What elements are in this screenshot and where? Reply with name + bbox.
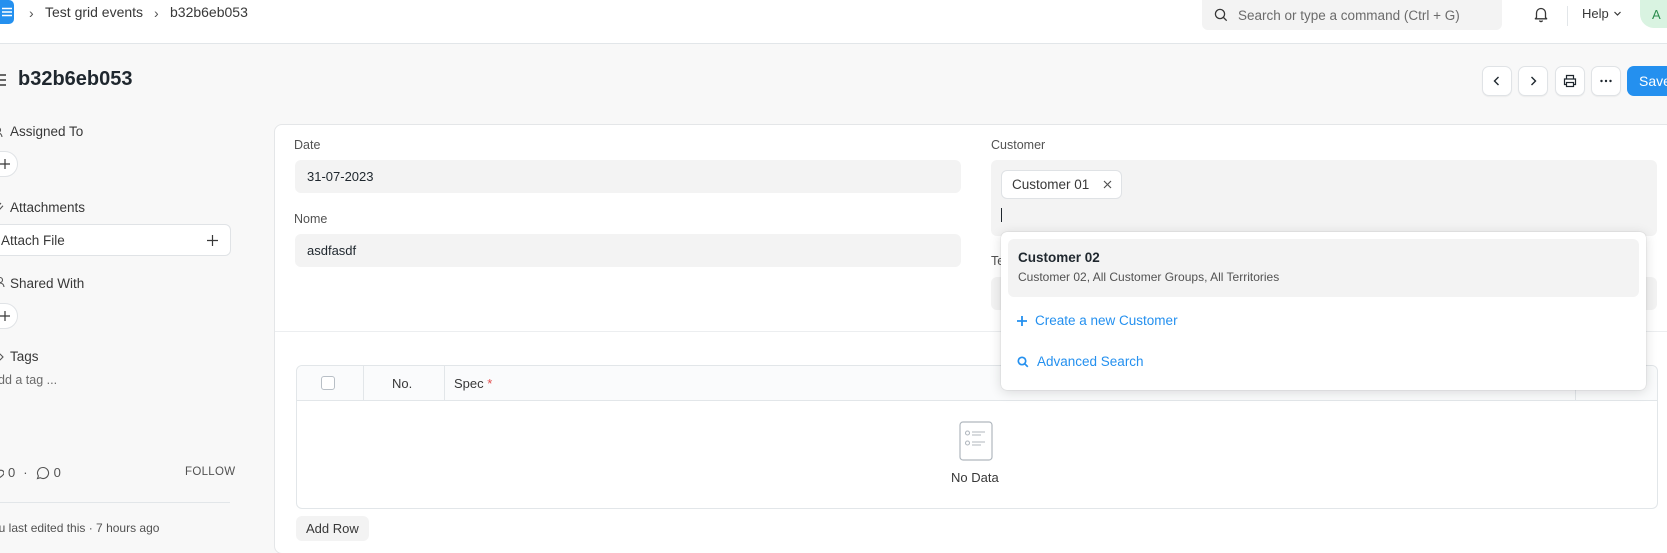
nome-field[interactable]: asdfasdf — [295, 234, 961, 267]
attach-file-label: Attach File — [1, 232, 65, 248]
breadcrumb-doctype[interactable]: Test grid events — [45, 4, 143, 20]
plus-icon — [1017, 315, 1027, 326]
column-divider — [444, 366, 445, 401]
separator-dot: · — [23, 465, 28, 480]
dropdown-item-description: Customer 02, All Customer Groups, All Te… — [1018, 270, 1280, 284]
customer-multiselect-field[interactable]: Customer 01 — [991, 160, 1657, 236]
navbar-divider — [1567, 6, 1568, 26]
chevron-right-icon: › — [29, 5, 34, 21]
search-icon — [1017, 355, 1029, 367]
chevron-right-icon: › — [154, 5, 159, 21]
avatar[interactable]: A — [1640, 0, 1667, 28]
advanced-search-link[interactable]: Advanced Search — [1017, 354, 1144, 369]
customer-label: Customer — [991, 138, 1046, 152]
page-title: b32b6eb053 — [18, 68, 133, 90]
dropdown-item-customer-02[interactable]: Customer 02 Customer 02, All Customer Gr… — [1008, 239, 1639, 297]
print-button[interactable] — [1555, 66, 1585, 96]
chevron-left-icon — [1493, 76, 1499, 86]
advanced-search-label: Advanced Search — [1037, 354, 1144, 369]
search-icon — [1214, 8, 1228, 22]
navbar: › Test grid events › b32b6eb053 Search o… — [0, 0, 1667, 44]
search-placeholder: Search or type a command (Ctrl + G) — [1238, 7, 1460, 23]
column-header-spec: Spec * — [454, 376, 492, 391]
attachments-label: Attachments — [10, 200, 86, 215]
nome-label: Nome — [294, 212, 328, 226]
date-label: Date — [294, 138, 321, 152]
sidebar-toggle-icon[interactable] — [0, 73, 8, 87]
required-marker: * — [487, 376, 493, 391]
column-header-no: No. — [392, 376, 413, 391]
attach-file-button[interactable]: Attach File — [0, 224, 231, 256]
column-divider — [363, 366, 364, 401]
customer-autocomplete-dropdown: Customer 02 Customer 02, All Customer Gr… — [1001, 232, 1646, 390]
empty-list-icon — [959, 421, 993, 461]
more-actions-button[interactable] — [1591, 66, 1621, 96]
app-menu-icon[interactable] — [0, 0, 14, 24]
chevron-right-icon — [1531, 76, 1537, 86]
date-field[interactable]: 31-07-2023 — [295, 160, 961, 193]
help-dropdown[interactable]: Help — [1582, 6, 1622, 21]
help-label: Help — [1582, 6, 1609, 21]
comment-icon[interactable] — [36, 466, 50, 480]
next-record-button[interactable] — [1518, 66, 1548, 96]
paperclip-icon — [0, 202, 4, 210]
shared-with-label: Shared With — [10, 276, 85, 291]
spec-header-label: Spec — [454, 376, 484, 391]
breadcrumb-record[interactable]: b32b6eb053 — [170, 4, 248, 20]
customer-pill: Customer 01 — [1001, 170, 1122, 199]
add-assignee-button[interactable] — [0, 151, 18, 177]
create-new-customer-label: Create a new Customer — [1035, 313, 1178, 328]
text-cursor — [1001, 208, 1002, 222]
dropdown-item-title: Customer 02 — [1018, 250, 1100, 265]
heart-icon[interactable] — [0, 467, 4, 479]
ellipsis-icon — [1600, 79, 1612, 83]
tag-icon — [0, 353, 4, 361]
chevron-down-icon — [1613, 11, 1621, 16]
plus-icon — [0, 311, 10, 321]
add-share-button[interactable] — [0, 303, 18, 329]
add-tag-link[interactable]: dd a tag ... — [0, 373, 57, 387]
add-row-button[interactable]: Add Row — [296, 516, 369, 541]
select-all-checkbox[interactable] — [321, 376, 335, 390]
create-new-customer-link[interactable]: Create a new Customer — [1017, 313, 1178, 328]
plus-icon — [207, 234, 218, 246]
sidebar-divider — [0, 502, 230, 503]
printer-icon — [1563, 74, 1577, 88]
assigned-to-label: Assigned To — [10, 124, 84, 139]
customer-pill-label: Customer 01 — [1012, 177, 1090, 192]
like-count: 0 — [8, 465, 16, 480]
tags-label: Tags — [10, 349, 39, 364]
users-icon — [0, 276, 5, 288]
plus-icon — [0, 159, 10, 169]
search-bar[interactable]: Search or type a command (Ctrl + G) — [1202, 0, 1502, 30]
save-button[interactable]: Save — [1627, 66, 1667, 96]
user-icon — [0, 127, 3, 138]
follow-button[interactable]: FOLLOW — [185, 466, 235, 478]
comment-count: 0 — [53, 465, 61, 480]
close-icon[interactable] — [1103, 180, 1112, 189]
previous-record-button[interactable] — [1482, 66, 1512, 96]
no-data-text: No Data — [951, 470, 999, 485]
last-edited-text: ou last edited this · 7 hours ago — [0, 521, 160, 535]
activity-counts: 0 · 0 — [0, 465, 61, 480]
bell-icon[interactable] — [1532, 5, 1550, 23]
